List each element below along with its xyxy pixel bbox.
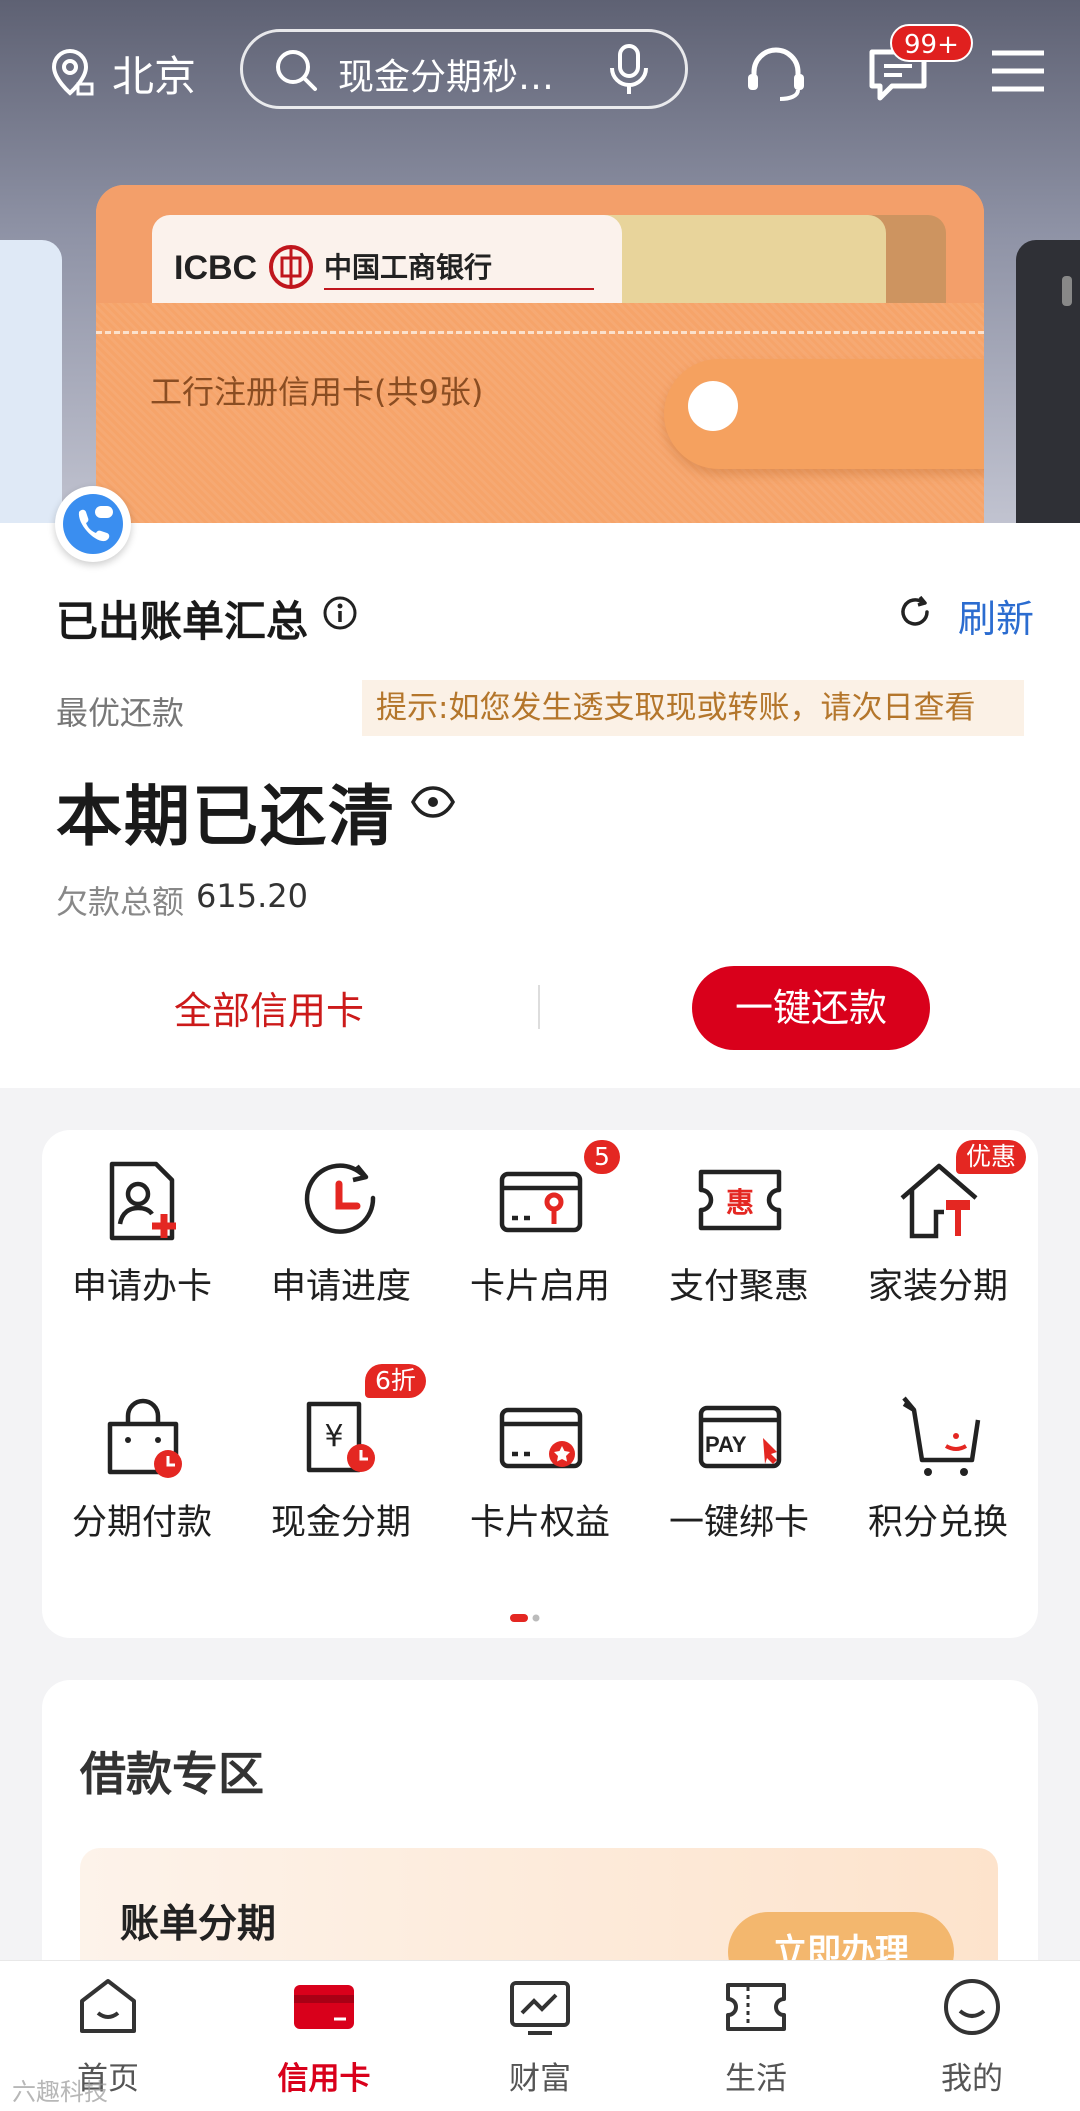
tab-label: 生活 [725,2061,787,2097]
badge-count: 5 [584,1140,620,1174]
bank-logo-text: ICBC [174,249,257,287]
badge-discount: 优惠 [956,1140,1027,1174]
search-input[interactable]: 现金分期秒… [338,48,588,100]
bill-tip: 提示:如您发生透支取现或转账，请次日查看 [362,680,1024,736]
grid-item-card-activate[interactable]: 5 卡片启用 [450,1130,630,1330]
phone-chat-icon [63,494,123,554]
hero-banner: ICBC 中国工商银行 工行注册信用卡(共9张) 北京 现金分期秒… 99+ [0,0,1080,523]
grid-item-cash-installment[interactable]: ¥ 6折 现金分期 [251,1364,431,1566]
grid-item-apply-card[interactable]: 申请办卡 [52,1130,232,1330]
loan-section-title: 借款专区 [80,1747,264,1801]
location-icon[interactable] [50,48,96,98]
card-activate-icon [499,1171,583,1233]
bill-installment-title: 账单分期 [120,1902,277,1947]
previous-card-peek[interactable] [0,240,62,523]
best-repay-label: 最优还款 [56,694,185,732]
total-owed-label: 欠款总额 [56,883,185,921]
wallet-clasp-button [688,381,738,431]
grid-item-label: 卡片启用 [469,1267,610,1307]
payment-offer-icon: 惠 [698,1169,782,1231]
total-owed-value: 615.20 [196,877,308,915]
progress-icon [304,1163,376,1234]
info-icon[interactable] [322,595,358,631]
tab-wealth[interactable]: 财富 [432,1961,648,2111]
one-click-repay-button[interactable]: 一键还款 [692,966,930,1050]
tab-label: 财富 [509,2061,571,2097]
grid-item-label: 分期付款 [71,1503,212,1543]
action-divider [538,985,540,1029]
message-badge: 99+ [890,24,973,62]
next-card-peek[interactable] [1016,240,1080,523]
tab-credit-card[interactable]: 信用卡 [216,1961,432,2111]
ticket-icon [726,1983,786,2031]
grid-item-label: 支付聚惠 [668,1267,809,1307]
phone-service-button[interactable] [55,486,131,562]
grid-item-home-decor[interactable]: 优惠 家装分期 [848,1130,1028,1330]
svg-text:¥: ¥ [324,1419,343,1454]
bottom-tab-bar: 首页 信用卡 财富 生活 我的 [0,1960,1080,2111]
eye-icon[interactable] [410,785,456,819]
grid-item-label: 现金分期 [270,1503,411,1543]
grid-item-payment-offer[interactable]: 惠 支付聚惠 [649,1130,829,1330]
credit-card-icon [294,1985,354,2029]
repayment-status: 本期已还清 [56,778,396,855]
grid-item-label: 积分兑换 [867,1503,1008,1543]
wealth-chart-icon [510,1981,570,2035]
grid-item-card-benefit[interactable]: 卡片权益 [450,1366,630,1566]
tab-mine[interactable]: 我的 [864,1961,1080,2111]
grid-item-label: 卡片权益 [469,1503,610,1543]
icbc-logo: ICBC 中国工商银行 [174,245,594,290]
all-credit-cards-link[interactable]: 全部信用卡 [174,980,364,1035]
card-benefit-icon [499,1407,583,1469]
grid-item-label: 申请办卡 [71,1267,212,1307]
wallet-label: 工行注册信用卡(共9张) [150,373,484,411]
search-icon [276,50,317,91]
svg-text:惠: 惠 [726,1186,754,1219]
badge-discount: 6折 [365,1364,426,1398]
grid-item-progress[interactable]: 申请进度 [251,1130,431,1330]
tab-label: 信用卡 [277,2061,371,2097]
grid-item-label: 家装分期 [867,1267,1008,1307]
menu-icon[interactable] [990,48,1046,94]
apply-card-icon [109,1161,176,1241]
home-icon [80,1979,136,2033]
customer-service-icon[interactable] [744,44,808,102]
microphone-icon[interactable] [608,44,650,96]
svg-text:PAY: PAY [705,1432,747,1457]
city-selector[interactable]: 北京 [112,43,196,104]
function-grid: 申请办卡 申请进度 5 卡片启用 惠 支付聚惠 优惠 家装分期 分期付款 ¥ 6… [42,1130,1038,1638]
cash-installment-icon: ¥ [306,1401,375,1473]
refresh-button[interactable]: 刷新 [958,588,1034,643]
points-cart-icon [902,1396,981,1476]
grid-item-label: 申请进度 [270,1267,411,1307]
refresh-icon[interactable] [896,593,934,631]
installment-bag-icon [107,1398,182,1478]
tab-life[interactable]: 生活 [648,1961,864,2111]
grid-item-points[interactable]: 积分兑换 [848,1366,1028,1566]
search-bar[interactable]: 现金分期秒… [240,29,688,109]
page-indicator [510,1614,540,1622]
grid-item-label: 一键绑卡 [668,1503,809,1543]
pay-bind-icon: PAY [698,1405,782,1469]
smile-icon [944,1979,1000,2035]
bank-name: 中国工商银行 [324,251,492,284]
card-wallet[interactable]: ICBC 中国工商银行 工行注册信用卡(共9张) [96,185,984,523]
grid-item-installment[interactable]: 分期付款 [52,1366,232,1566]
tab-label: 我的 [941,2061,1003,2097]
grid-item-bind-card[interactable]: PAY 一键绑卡 [649,1366,829,1566]
bill-summary-title: 已出账单汇总 [56,597,309,646]
watermark: 六趣科技 [12,2078,108,2106]
